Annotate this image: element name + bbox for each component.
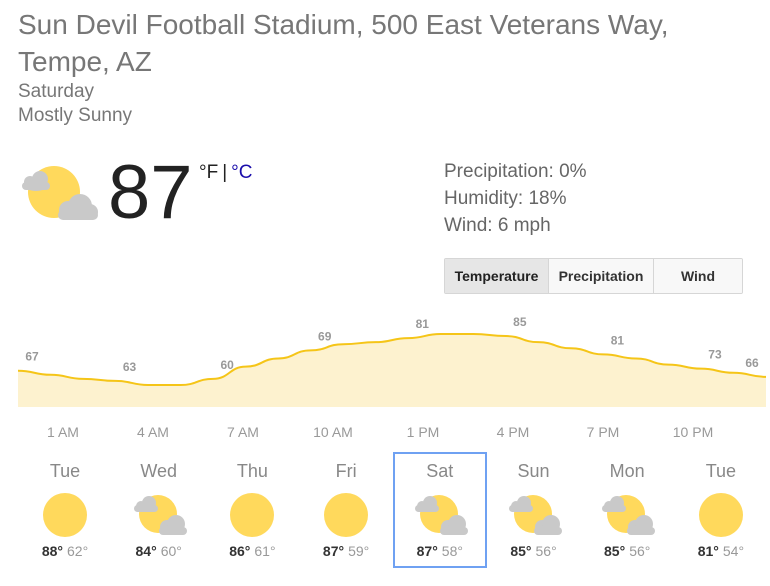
time-tick-label: 7 PM bbox=[587, 424, 620, 440]
forecast-temps: 88° 62° bbox=[18, 543, 112, 559]
forecast-high: 85° bbox=[510, 543, 532, 559]
forecast-high: 86° bbox=[229, 543, 251, 559]
temperature-value-label: 63 bbox=[123, 360, 137, 374]
forecast-temps: 81° 54° bbox=[674, 543, 768, 559]
forecast-day-wed[interactable]: Wed 84° 60° bbox=[112, 452, 206, 568]
forecast-day-name: Mon bbox=[609, 461, 645, 481]
weather-details: Precipitation: 0% Humidity: 18% Wind: 6 … bbox=[444, 158, 587, 239]
forecast-low: 61° bbox=[254, 543, 276, 559]
chart-tabs: Temperature Precipitation Wind bbox=[444, 258, 743, 294]
temperature-chart-svg: 67 63 60 69 81 85 81 73 66 1 AM 4 AM 7 AM 10 AM 1 PM 4… bbox=[17, 315, 767, 440]
time-tick-label: 10 PM bbox=[673, 424, 713, 440]
forecast-day-tue[interactable]: Tue 88° 62° bbox=[18, 452, 112, 568]
time-tick-label: 7 AM bbox=[227, 424, 259, 440]
forecast-high: 87° bbox=[416, 543, 438, 559]
forecast-day-tue-next[interactable]: Tue 81° 54° bbox=[674, 452, 768, 568]
forecast-low: 54° bbox=[722, 543, 745, 559]
temperature-value-label: 73 bbox=[708, 348, 722, 362]
forecast-day-name: Sat bbox=[426, 461, 454, 481]
time-tick-label: 4 PM bbox=[497, 424, 530, 440]
precipitation-value: Precipitation: 0% bbox=[444, 161, 587, 182]
sun-cloud-icon bbox=[414, 495, 468, 535]
forecast-temps: 85° 56° bbox=[580, 543, 674, 559]
condition-label: Mostly Sunny bbox=[18, 105, 133, 126]
sun-icon bbox=[43, 493, 87, 537]
forecast-day-name: Sun bbox=[517, 461, 550, 481]
sun-cloud-icon bbox=[22, 166, 98, 220]
unit-celsius-link[interactable]: °C bbox=[231, 162, 252, 183]
temperature-value-label: 81 bbox=[611, 333, 625, 347]
temperature-value-label: 66 bbox=[745, 356, 759, 370]
forecast-day-name: Wed bbox=[140, 461, 178, 481]
temperature-chart: 67 63 60 69 81 85 81 73 66 1 AM 4 AM 7 AM 10 AM 1 PM 4… bbox=[0, 305, 770, 455]
wind-value: Wind: 6 mph bbox=[444, 215, 551, 236]
sun-cloud-icon bbox=[133, 495, 187, 535]
tab-temperature[interactable]: Temperature bbox=[445, 259, 549, 293]
forecast-low: 60° bbox=[160, 543, 182, 559]
forecast-temps: 87° 59° bbox=[299, 543, 393, 559]
sun-cloud-icon bbox=[508, 495, 562, 535]
forecast-high: 81° bbox=[697, 543, 719, 559]
sun-cloud-icon bbox=[602, 495, 656, 535]
temperature-value-label: 69 bbox=[318, 329, 332, 343]
forecast-day-sat[interactable]: Sat 87° 58° bbox=[392, 452, 487, 568]
tab-wind[interactable]: Wind bbox=[654, 259, 742, 293]
forecast-low: 58° bbox=[441, 543, 463, 559]
sun-icon bbox=[698, 493, 743, 537]
forecast-low: 56° bbox=[535, 543, 557, 559]
day-label: Saturday bbox=[18, 81, 95, 102]
unit-separator: | bbox=[222, 162, 228, 183]
tab-precipitation[interactable]: Precipitation bbox=[549, 259, 654, 293]
forecast-high: 87° bbox=[322, 543, 345, 559]
forecast-day-name: Thu bbox=[236, 461, 268, 481]
temperature-value-label: 81 bbox=[416, 317, 430, 331]
unit-toggle: °F | °C bbox=[199, 162, 252, 184]
current-temperature: 87 bbox=[108, 150, 193, 235]
sun-icon bbox=[230, 493, 275, 537]
forecast-high: 84° bbox=[135, 543, 157, 559]
forecast-temps: 87° 58° bbox=[395, 543, 485, 559]
forecast-low: 62° bbox=[67, 543, 89, 559]
forecast-temps: 86° 61° bbox=[205, 543, 299, 559]
daily-forecast: Tue 88° 62° Wed 84° 60° Thu 86° 61° Fri 87° 59° Sat 8… bbox=[18, 452, 770, 570]
forecast-low: 59° bbox=[348, 543, 370, 559]
location-title: Sun Devil Football Stadium, 500 East Vet… bbox=[18, 9, 669, 77]
forecast-high: 85° bbox=[604, 543, 626, 559]
forecast-low: 56° bbox=[629, 543, 651, 559]
time-tick-label: 4 AM bbox=[137, 424, 169, 440]
forecast-day-name: Tue bbox=[705, 461, 737, 481]
forecast-day-thu[interactable]: Thu 86° 61° bbox=[205, 452, 299, 568]
forecast-day-fri[interactable]: Fri 87° 59° bbox=[299, 452, 393, 568]
humidity-value: Humidity: 18% bbox=[444, 188, 567, 209]
unit-fahrenheit[interactable]: °F bbox=[199, 162, 218, 183]
temperature-value-label: 67 bbox=[25, 350, 39, 364]
forecast-day-sun[interactable]: Sun 85° 56° bbox=[487, 452, 581, 568]
forecast-temps: 85° 56° bbox=[487, 543, 581, 559]
forecast-day-name: Tue bbox=[49, 461, 81, 481]
time-tick-label: 1 AM bbox=[47, 424, 79, 440]
forecast-day-mon[interactable]: Mon 85° 56° bbox=[580, 452, 674, 568]
time-tick-label: 10 AM bbox=[313, 424, 353, 440]
time-tick-label: 1 PM bbox=[407, 424, 440, 440]
temperature-value-label: 60 bbox=[220, 358, 234, 372]
forecast-high: 88° bbox=[41, 543, 63, 559]
forecast-day-name: Fri bbox=[335, 461, 357, 481]
forecast-temps: 84° 60° bbox=[112, 543, 206, 559]
temperature-value-label: 85 bbox=[513, 315, 527, 329]
sun-icon bbox=[324, 493, 369, 537]
